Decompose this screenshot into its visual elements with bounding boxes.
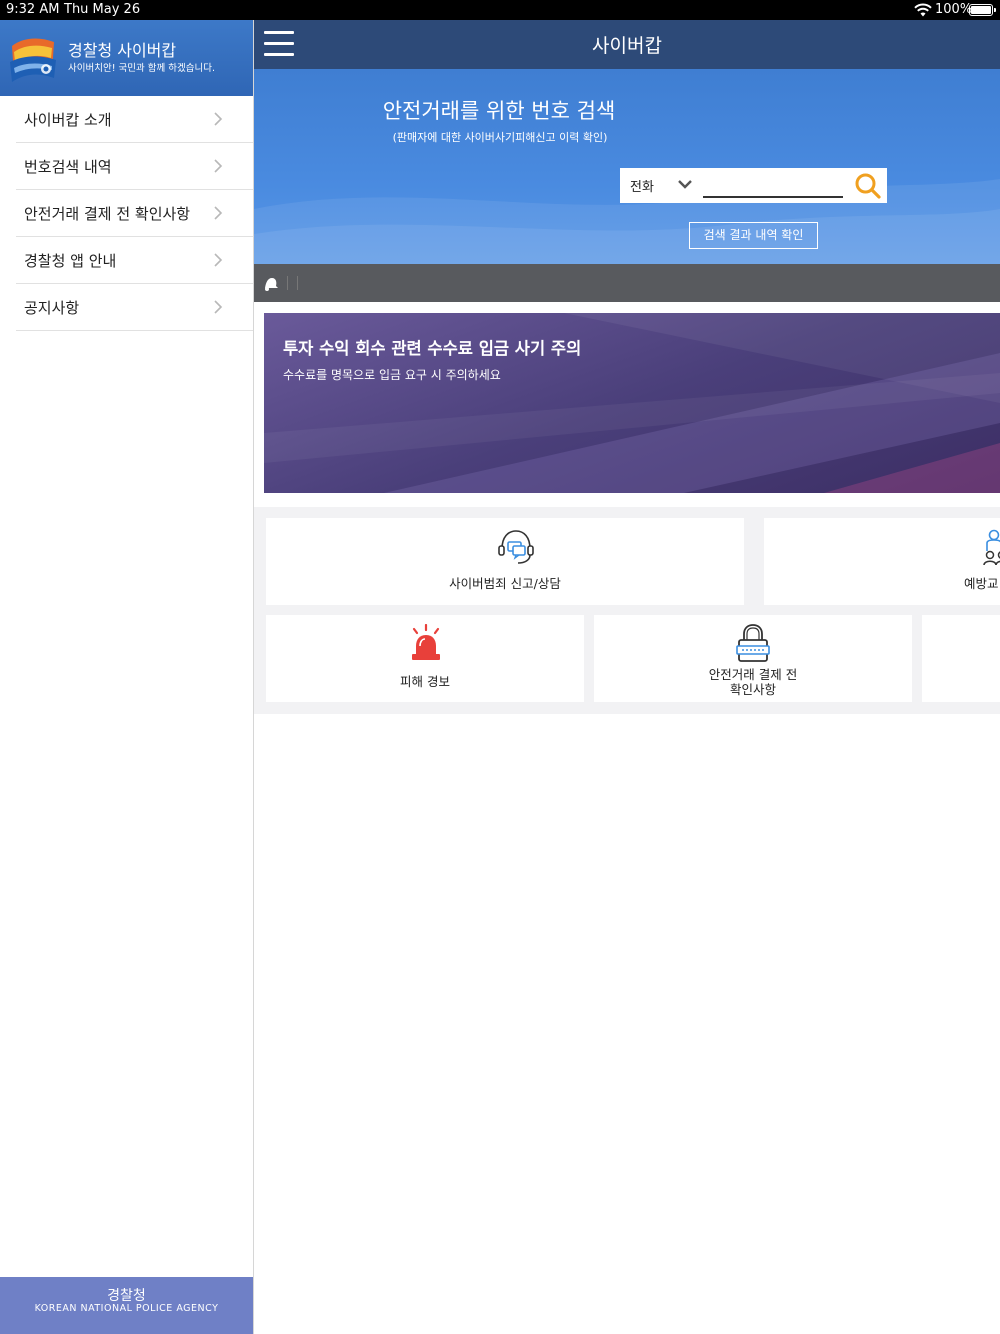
chevron-right-icon — [214, 253, 223, 267]
banner-subtitle: 수수료를 명목으로 입금 요구 시 주의하세요 — [283, 368, 501, 382]
chevron-right-icon — [214, 112, 223, 126]
divider — [297, 276, 298, 290]
search-bar: 전화 — [620, 168, 887, 203]
footer-title: 경찰청 — [107, 1288, 146, 1304]
battery-icon — [969, 4, 996, 16]
search-result-button[interactable]: 검색 결과 내역 확인 — [689, 222, 818, 249]
sidebar-item-search-history[interactable]: 번호검색 내역 — [16, 143, 253, 190]
tile-safe-trade-checklist[interactable]: 안전거래 결제 전 확인사항 — [594, 615, 912, 702]
page-title: 사이버캅 — [254, 31, 1000, 58]
tile-label: 피해 경보 — [400, 674, 450, 689]
notice-bar — [254, 264, 1000, 302]
sidebar-item-label: 안전거래 결제 전 확인사항 — [24, 205, 191, 223]
tile-label-line1: 안전거래 결제 전 — [708, 667, 798, 682]
lock-icon — [736, 624, 770, 662]
people-icon — [983, 529, 1000, 566]
police-logo-icon — [10, 38, 56, 82]
battery-percent: 100% — [935, 2, 973, 17]
status-time: 9:32 AM — [6, 2, 60, 17]
tile-label: 예방교 — [964, 576, 999, 591]
headset-chat-icon — [498, 530, 534, 564]
tile-prevention-education[interactable]: 예방교 — [764, 518, 1000, 605]
sidebar-item-label: 경찰청 앱 안내 — [24, 252, 117, 270]
sidebar-menu: 사이버캅 소개 번호검색 내역 안전거래 결제 전 확인사항 경찰청 앱 안내 … — [16, 96, 253, 331]
search-title: 안전거래를 위한 번호 검색 — [382, 99, 616, 123]
search-type-select[interactable]: 전화 — [630, 176, 654, 195]
main-content: 사이버캅 안전거래를 위한 번호 검색 (판매자에 대한 사이버사기피해신고 이… — [254, 20, 1000, 1334]
tile-partial[interactable] — [922, 615, 1000, 702]
banner-title: 투자 수익 회수 관련 수수료 입금 사기 주의 — [283, 339, 582, 358]
tile-label-line2: 확인사항 — [729, 682, 776, 697]
tile-cyber-report[interactable]: 사이버범죄 신고/상담 — [266, 518, 744, 605]
chevron-right-icon — [214, 159, 223, 173]
sidebar-app-subtitle: 사이버치안! 국민과 함께 하겠습니다. — [68, 63, 215, 74]
service-tiles: 사이버범죄 신고/상담 예방교 피해 경보 안전거래 결제 전 확인사항 — [254, 507, 1000, 714]
footer-subtitle: KOREAN NATIONAL POLICE AGENCY — [34, 1303, 219, 1314]
search-input[interactable] — [703, 176, 843, 198]
tile-damage-alert[interactable]: 피해 경보 — [266, 615, 584, 702]
sidebar-item-app-guide[interactable]: 경찰청 앱 안내 — [16, 237, 253, 284]
sidebar: 경찰청 사이버캅 사이버치안! 국민과 함께 하겠습니다. 사이버캅 소개 번호… — [0, 20, 254, 1334]
sidebar-item-intro[interactable]: 사이버캅 소개 — [16, 96, 253, 143]
notice-banner[interactable]: 투자 수익 회수 관련 수수료 입금 사기 주의 수수료를 명목으로 입금 요구… — [264, 313, 1000, 493]
search-subtitle: (판매자에 대한 사이버사기피해신고 이력 확인) — [392, 131, 608, 144]
sidebar-item-notices[interactable]: 공지사항 — [16, 284, 253, 331]
sidebar-app-title: 경찰청 사이버캅 — [68, 41, 177, 60]
status-date: Thu May 26 — [64, 2, 141, 17]
chevron-down-icon[interactable] — [678, 179, 692, 189]
wifi-icon — [914, 3, 932, 17]
divider — [287, 276, 288, 290]
sidebar-item-label: 번호검색 내역 — [24, 158, 112, 176]
page-title-text: 사이버캅 — [592, 35, 662, 57]
sidebar-item-safe-trade[interactable]: 안전거래 결제 전 확인사항 — [16, 190, 253, 237]
sidebar-item-label: 사이버캅 소개 — [24, 111, 112, 129]
search-icon[interactable] — [854, 172, 881, 199]
status-bar: 9:32 AM Thu May 26 100% — [0, 0, 1000, 20]
top-bar: 사이버캅 — [254, 20, 1000, 69]
sidebar-footer: 경찰청 KOREAN NATIONAL POLICE AGENCY — [0, 1277, 253, 1334]
sidebar-item-label: 공지사항 — [24, 299, 80, 317]
siren-icon — [412, 624, 440, 660]
chevron-right-icon — [214, 300, 223, 314]
chevron-right-icon — [214, 206, 223, 220]
sidebar-header: 경찰청 사이버캅 사이버치안! 국민과 함께 하겠습니다. — [0, 20, 253, 96]
tile-label: 사이버범죄 신고/상담 — [449, 576, 561, 591]
bell-icon — [265, 278, 278, 291]
number-search-panel: 안전거래를 위한 번호 검색 (판매자에 대한 사이버사기피해신고 이력 확인)… — [254, 69, 1000, 264]
